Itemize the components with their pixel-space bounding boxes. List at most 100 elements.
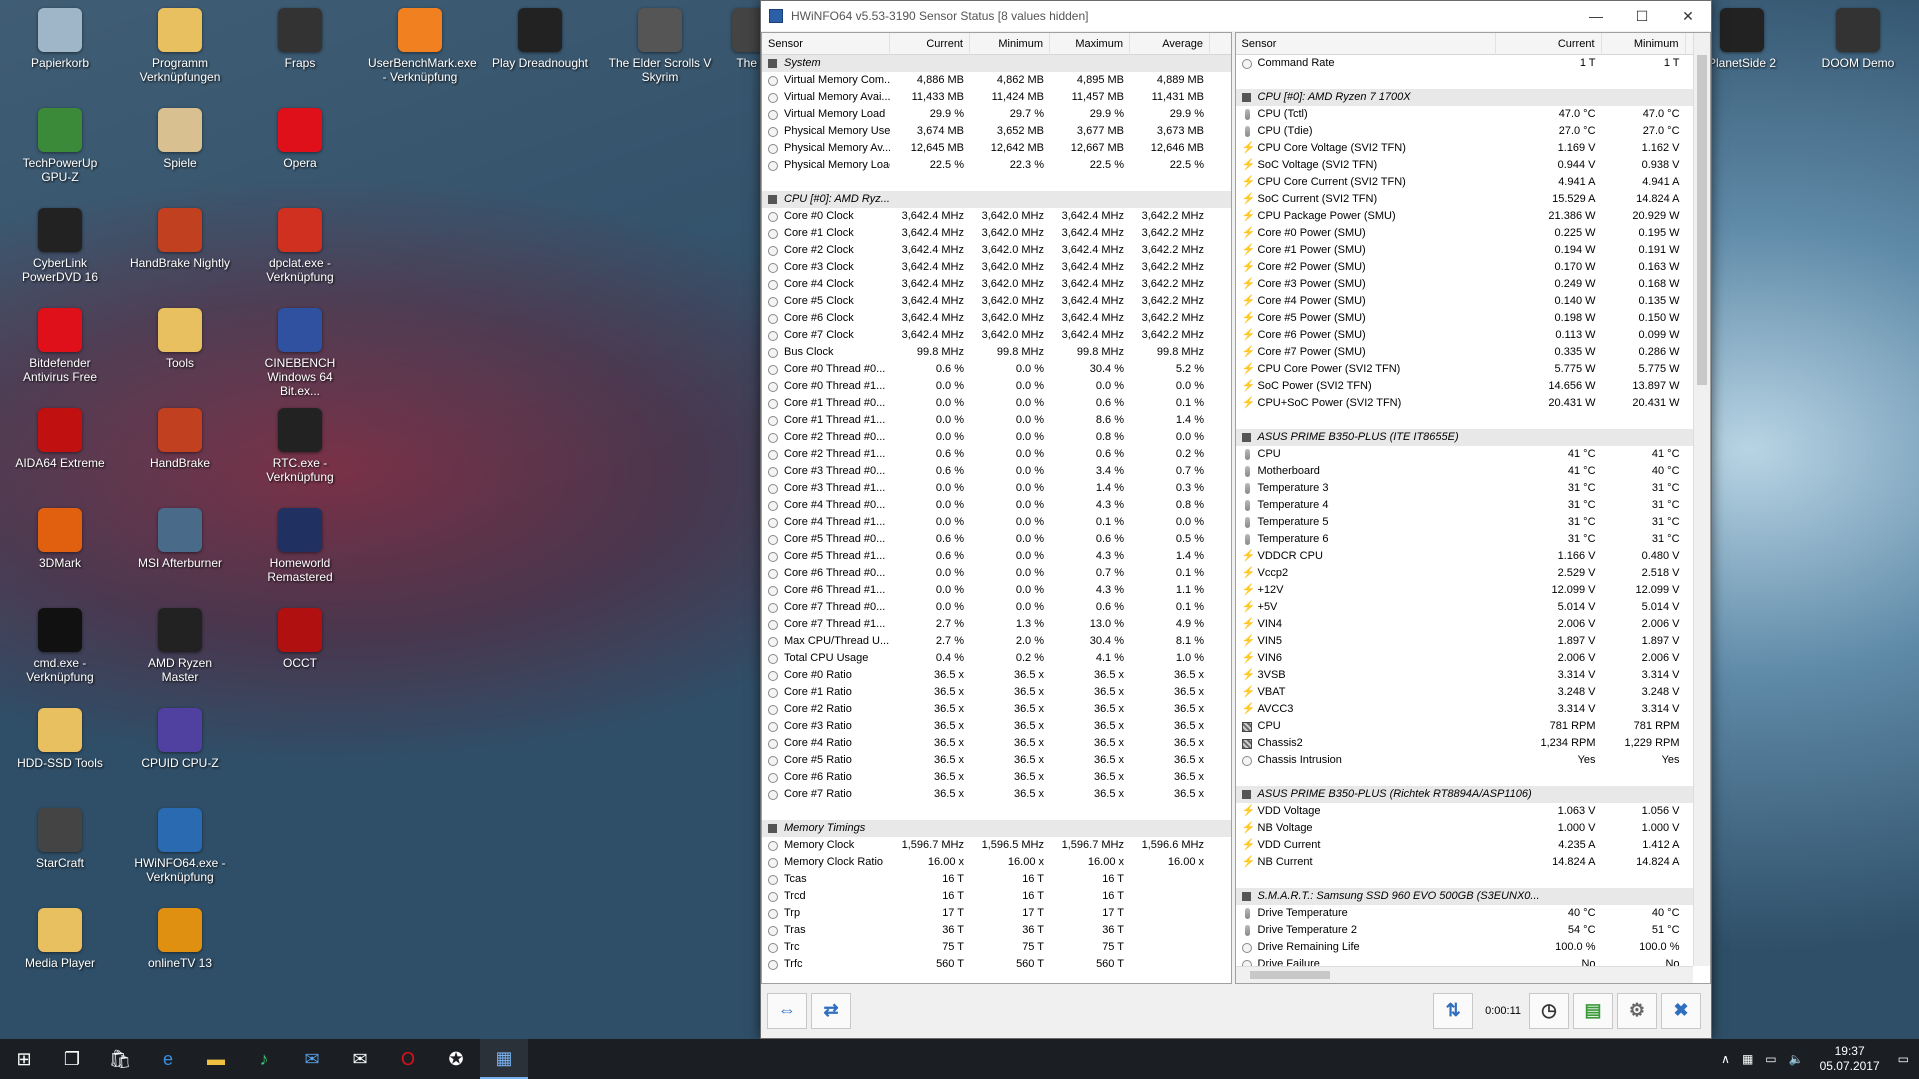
desktop-icon[interactable]: MSI Afterburner	[128, 508, 232, 570]
sensor-row[interactable]: ⚡ Core #3 Power (SMU) 0.249 W 0.168 W	[1236, 276, 1710, 293]
sensor-row[interactable]: ⚡ Core #0 Power (SMU) 0.225 W 0.195 W	[1236, 225, 1710, 242]
sensor-group-header[interactable]: Memory Timings	[762, 820, 1231, 837]
sensor-row[interactable]: Core #2 Clock 3,642.4 MHz 3,642.0 MHz 3,642…	[762, 242, 1231, 259]
sensor-row[interactable]: ⚡ Core #1 Power (SMU) 0.194 W 0.191 W	[1236, 242, 1710, 259]
sensor-row[interactable]: Core #5 Thread #0... 0.6 % 0.0 % 0.6 % 0.5 %	[762, 531, 1231, 548]
desktop-icon[interactable]: DOOM Demo	[1806, 8, 1910, 70]
network-button[interactable]: ⇅	[1433, 992, 1474, 1029]
title-bar[interactable]: HWiNFO64 v5.53-3190 Sensor Status [8 val…	[761, 1, 1711, 31]
minimize-button[interactable]: —	[1573, 1, 1619, 31]
sensor-row[interactable]: Core #3 Clock 3,642.4 MHz 3,642.0 MHz 3,642…	[762, 259, 1231, 276]
taskbar-hwinfo[interactable]: ▦	[480, 1039, 528, 1079]
sensor-row[interactable]: CPU (Tctl) 47.0 °C 47.0 °C	[1236, 106, 1710, 123]
tray-hwinfo-icon[interactable]: ▦	[1742, 1052, 1753, 1066]
horizontal-scrollbar[interactable]	[1235, 966, 1693, 983]
sensor-row[interactable]: ⚡ VBAT 3.248 V 3.248 V	[1236, 684, 1710, 701]
column-header-current[interactable]: Current	[890, 33, 970, 55]
tray-chevron-icon[interactable]: ∧	[1721, 1052, 1730, 1066]
sensor-row[interactable]: Core #7 Thread #0... 0.0 % 0.0 % 0.6 % 0.1 %	[762, 599, 1231, 616]
taskbar-edge[interactable]: e	[144, 1039, 192, 1079]
sensor-row[interactable]: Motherboard 41 °C 40 °C	[1236, 463, 1710, 480]
desktop-icon[interactable]: CPUID CPU-Z	[128, 708, 232, 770]
desktop-icon[interactable]: Bitdefender Antivirus Free	[8, 308, 112, 384]
column-header-sensor[interactable]: Sensor	[1236, 33, 1496, 55]
sensor-row[interactable]: ⚡ CPU Core Power (SVI2 TFN) 5.775 W 5.775 W	[1236, 361, 1710, 378]
left-column-headers[interactable]: Sensor Current Minimum Maximum Average	[762, 33, 1231, 55]
sensor-row[interactable]: ⚡ +5V 5.014 V 5.014 V	[1236, 599, 1710, 616]
sensor-row[interactable]: ⚡ VDD Current 4.235 A 1.412 A	[1236, 837, 1710, 854]
right-column-headers[interactable]: Sensor Current Minimum	[1235, 33, 1710, 55]
scrollbar-thumb[interactable]	[1697, 55, 1707, 385]
maximize-button[interactable]: ☐	[1619, 1, 1665, 31]
taskbar-mail[interactable]: ✉	[336, 1039, 384, 1079]
sensor-row[interactable]: Trcd 16 T 16 T 16 T	[762, 888, 1231, 905]
sensor-row[interactable]: ⚡ AVCC3 3.314 V 3.314 V	[1236, 701, 1710, 718]
sensor-row[interactable]: Memory Clock 1,596.7 MHz 1,596.5 MHz 1,596.…	[762, 837, 1231, 854]
taskbar-thunderbird[interactable]: ✉	[288, 1039, 336, 1079]
desktop-icon[interactable]: CINEBENCH Windows 64 Bit.ex...	[248, 308, 352, 398]
taskbar-music[interactable]: ♪	[240, 1039, 288, 1079]
sensor-row[interactable]: Tcas 16 T 16 T 16 T	[762, 871, 1231, 888]
sensor-row[interactable]: Core #1 Ratio 36.5 x 36.5 x 36.5 x 36.5 x	[762, 684, 1231, 701]
sensor-row[interactable]: ⚡ Core #7 Power (SMU) 0.335 W 0.286 W	[1236, 344, 1710, 361]
sensor-row[interactable]: Core #3 Ratio 36.5 x 36.5 x 36.5 x 36.5 x	[762, 718, 1231, 735]
sensor-row[interactable]: Core #2 Thread #1... 0.6 % 0.0 % 0.6 % 0.2 %	[762, 446, 1231, 463]
sensor-row[interactable]: ⚡ SoC Power (SVI2 TFN) 14.656 W 13.897 W	[1236, 378, 1710, 395]
sensor-row[interactable]: Tras 36 T 36 T 36 T	[762, 922, 1231, 939]
desktop-icon[interactable]: RTC.exe - Verknüpfung	[248, 408, 352, 484]
sensor-row[interactable]: Core #3 Thread #0... 0.6 % 0.0 % 3.4 % 0.7 %	[762, 463, 1231, 480]
sensor-row[interactable]: Physical Memory Used 3,674 MB 3,652 MB 3,67…	[762, 123, 1231, 140]
desktop-icon[interactable]: AMD Ryzen Master	[128, 608, 232, 684]
desktop-icon[interactable]: Programm Verknüpfungen	[128, 8, 232, 84]
notification-icon[interactable]: ▭	[1898, 1052, 1909, 1066]
sensor-row[interactable]: ⚡ VIN4 2.006 V 2.006 V	[1236, 616, 1710, 633]
sensor-row[interactable]: Command Rate 1 T 1 T	[1236, 55, 1710, 72]
desktop-icon[interactable]: StarCraft	[8, 808, 112, 870]
desktop-icon[interactable]: HDD-SSD Tools	[8, 708, 112, 770]
sensor-row[interactable]: CPU 41 °C 41 °C	[1236, 446, 1710, 463]
desktop-icon[interactable]: HWiNFO64.exe - Verknüpfung	[128, 808, 232, 884]
sensor-row[interactable]: ⚡ 3VSB 3.314 V 3.314 V	[1236, 667, 1710, 684]
column-header-current[interactable]: Current	[1496, 33, 1602, 55]
desktop-icon[interactable]: HandBrake	[128, 408, 232, 470]
sensor-row[interactable]: Core #5 Ratio 36.5 x 36.5 x 36.5 x 36.5 x	[762, 752, 1231, 769]
sensor-row[interactable]: Max CPU/Thread U... 2.7 % 2.0 % 30.4 % 8.1 %	[762, 633, 1231, 650]
sensor-row[interactable]: Trc 75 T 75 T 75 T	[762, 939, 1231, 956]
taskbar-store[interactable]: 🛍	[96, 1039, 144, 1079]
sensor-row[interactable]: CPU (Tdie) 27.0 °C 27.0 °C	[1236, 123, 1710, 140]
column-header-sensor[interactable]: Sensor	[762, 33, 890, 55]
sensor-row[interactable]: ⚡ Core #2 Power (SMU) 0.170 W 0.163 W	[1236, 259, 1710, 276]
sensor-row[interactable]: Temperature 6 31 °C 31 °C	[1236, 531, 1710, 548]
sensor-row[interactable]: ⚡ NB Voltage 1.000 V 1.000 V	[1236, 820, 1710, 837]
sensor-row[interactable]: ⚡ CPU+SoC Power (SVI2 TFN) 20.431 W 20.431 …	[1236, 395, 1710, 412]
desktop-icon[interactable]: UserBenchMark.exe - Verknüpfung	[368, 8, 477, 84]
desktop-icon[interactable]: The Elder Scrolls V Skyrim	[608, 8, 712, 84]
desktop-icon[interactable]: AIDA64 Extreme	[8, 408, 112, 470]
tray-clock[interactable]: 19:37 05.07.2017	[1820, 1044, 1880, 1074]
taskbar-opera[interactable]: O	[384, 1039, 432, 1079]
sensor-row[interactable]: Core #0 Clock 3,642.4 MHz 3,642.0 MHz 3,642…	[762, 208, 1231, 225]
sensor-row[interactable]: Virtual Memory Avai... 11,433 MB 11,424 MB…	[762, 89, 1231, 106]
column-header-minimum[interactable]: Minimum	[970, 33, 1050, 55]
sensor-row[interactable]: Trp 17 T 17 T 17 T	[762, 905, 1231, 922]
sensor-row[interactable]: Trfc 560 T 560 T 560 T	[762, 956, 1231, 973]
desktop-icon[interactable]: OCCT	[248, 608, 352, 670]
desktop-icon[interactable]: onlineTV 13	[128, 908, 232, 970]
sensor-row[interactable]: Virtual Memory Load 29.9 % 29.7 % 29.9 % 29.…	[762, 106, 1231, 123]
desktop-icon[interactable]: Opera	[248, 108, 352, 170]
sensor-group-header[interactable]: ASUS PRIME B350-PLUS (ITE IT8655E)	[1235, 429, 1710, 446]
sensor-row[interactable]: Core #6 Thread #1... 0.0 % 0.0 % 4.3 % 1.1 %	[762, 582, 1231, 599]
taskbar-explorer[interactable]: ▬	[192, 1039, 240, 1079]
sensor-row[interactable]: Core #4 Thread #1... 0.0 % 0.0 % 0.1 % 0.0 %	[762, 514, 1231, 531]
sensor-row[interactable]: Drive Remaining Life 100.0 % 100.0 %	[1236, 939, 1710, 956]
sensor-group-header[interactable]: CPU [#0]: AMD Ryzen 7 1700X	[1235, 89, 1710, 106]
sensor-group-header[interactable]: System	[762, 55, 1231, 72]
sensor-row[interactable]: Physical Memory Av... 12,645 MB 12,642 MB 1…	[762, 140, 1231, 157]
desktop-icon[interactable]: Fraps	[248, 8, 352, 70]
sensor-row[interactable]: Core #5 Clock 3,642.4 MHz 3,642.0 MHz 3,642…	[762, 293, 1231, 310]
sensor-row[interactable]: ⚡ SoC Current (SVI2 TFN) 15.529 A 14.824 A	[1236, 191, 1710, 208]
sensor-row[interactable]: Core #6 Clock 3,642.4 MHz 3,642.0 MHz 3,642…	[762, 310, 1231, 327]
sensor-group-header[interactable]: CPU [#0]: AMD Ryz...	[762, 191, 1231, 208]
sensor-row[interactable]: Core #2 Ratio 36.5 x 36.5 x 36.5 x 36.5 x	[762, 701, 1231, 718]
sensor-row[interactable]: ⚡ Core #5 Power (SMU) 0.198 W 0.150 W	[1236, 310, 1710, 327]
